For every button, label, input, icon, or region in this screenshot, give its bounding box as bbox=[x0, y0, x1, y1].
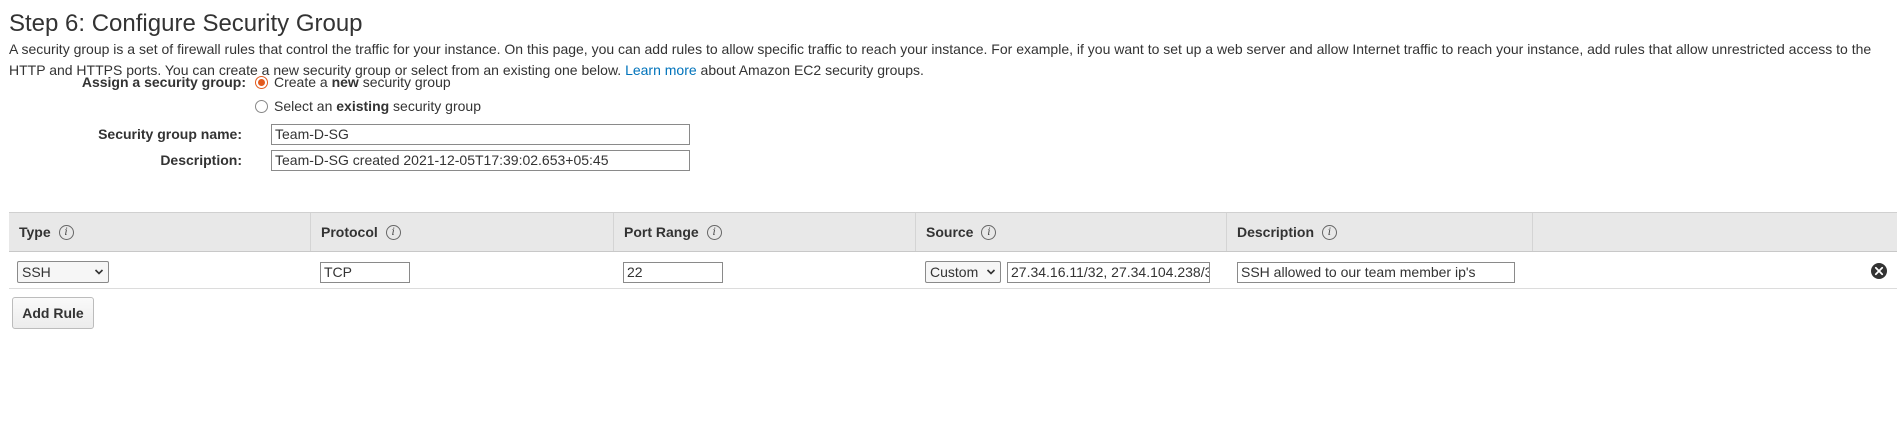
rules-table-header: Type i Protocol i Port Range i Source i Desc… bbox=[9, 212, 1897, 252]
radio-select-existing-bold: existing bbox=[336, 98, 390, 114]
info-icon[interactable]: i bbox=[385, 224, 401, 240]
port-range-input[interactable]: 22 bbox=[623, 262, 723, 283]
type-select-value: SSH bbox=[22, 264, 51, 280]
info-icon[interactable]: i bbox=[981, 224, 997, 240]
column-header-description: Description i bbox=[1226, 213, 1532, 251]
intro-text-body: A security group is a set of firewall ru… bbox=[9, 41, 1872, 78]
rule-description-input[interactable]: SSH allowed to our team member ip's bbox=[1237, 262, 1515, 283]
radio-create-new[interactable]: Create a new security group bbox=[255, 74, 451, 90]
table-row: SSH TCP 22 Custom 27.34.16.11/32, 27.34.… bbox=[9, 252, 1897, 289]
remove-icon[interactable] bbox=[1870, 262, 1888, 280]
info-icon[interactable]: i bbox=[1322, 224, 1338, 240]
radio-create-new-label: Create a new security group bbox=[274, 74, 451, 90]
add-rule-button[interactable]: Add Rule bbox=[12, 297, 94, 329]
security-group-name-label: Security group name: bbox=[98, 126, 242, 142]
column-header-description-label: Description bbox=[1237, 224, 1315, 240]
page-title: Step 6: Configure Security Group bbox=[9, 10, 363, 37]
chevron-down-icon bbox=[94, 269, 104, 275]
type-select[interactable]: SSH bbox=[17, 261, 109, 283]
radio-unchecked-icon[interactable] bbox=[255, 99, 268, 113]
source-select-value: Custom bbox=[930, 264, 979, 280]
radio-select-existing-label: Select an existing security group bbox=[274, 98, 481, 114]
assign-label: Assign a security group: bbox=[81, 74, 246, 90]
column-header-source-label: Source bbox=[926, 224, 974, 240]
column-header-actions bbox=[1532, 213, 1897, 251]
radio-select-existing[interactable]: Select an existing security group bbox=[255, 98, 481, 114]
radio-checked-icon[interactable] bbox=[255, 75, 268, 89]
source-ip-input[interactable]: 27.34.16.11/32, 27.34.104.238/32, 43. bbox=[1007, 262, 1210, 283]
radio-select-existing-pre: Select an bbox=[274, 98, 337, 114]
intro-text-tail: about Amazon EC2 security groups. bbox=[700, 62, 924, 78]
radio-create-new-bold: new bbox=[331, 74, 359, 90]
description-label: Description: bbox=[160, 152, 242, 168]
column-header-port-range-label: Port Range bbox=[624, 224, 699, 240]
learn-more-link[interactable]: Learn more bbox=[625, 62, 697, 78]
info-icon[interactable]: i bbox=[58, 224, 74, 240]
info-icon[interactable]: i bbox=[706, 224, 722, 240]
column-header-protocol: Protocol i bbox=[310, 213, 613, 251]
radio-select-existing-post: security group bbox=[389, 98, 481, 114]
description-input[interactable]: Team-D-SG created 2021-12-05T17:39:02.65… bbox=[271, 150, 690, 171]
column-header-port-range: Port Range i bbox=[613, 213, 915, 251]
column-header-type-label: Type bbox=[19, 224, 51, 240]
radio-create-new-pre: Create a bbox=[274, 74, 332, 90]
column-header-protocol-label: Protocol bbox=[321, 224, 378, 240]
security-group-name-input[interactable]: Team-D-SG bbox=[271, 124, 690, 145]
column-header-type: Type i bbox=[9, 213, 310, 251]
column-header-source: Source i bbox=[915, 213, 1226, 251]
radio-create-new-post: security group bbox=[358, 74, 451, 90]
chevron-down-icon bbox=[986, 269, 996, 275]
source-select[interactable]: Custom bbox=[925, 261, 1001, 283]
protocol-input[interactable]: TCP bbox=[320, 262, 410, 283]
